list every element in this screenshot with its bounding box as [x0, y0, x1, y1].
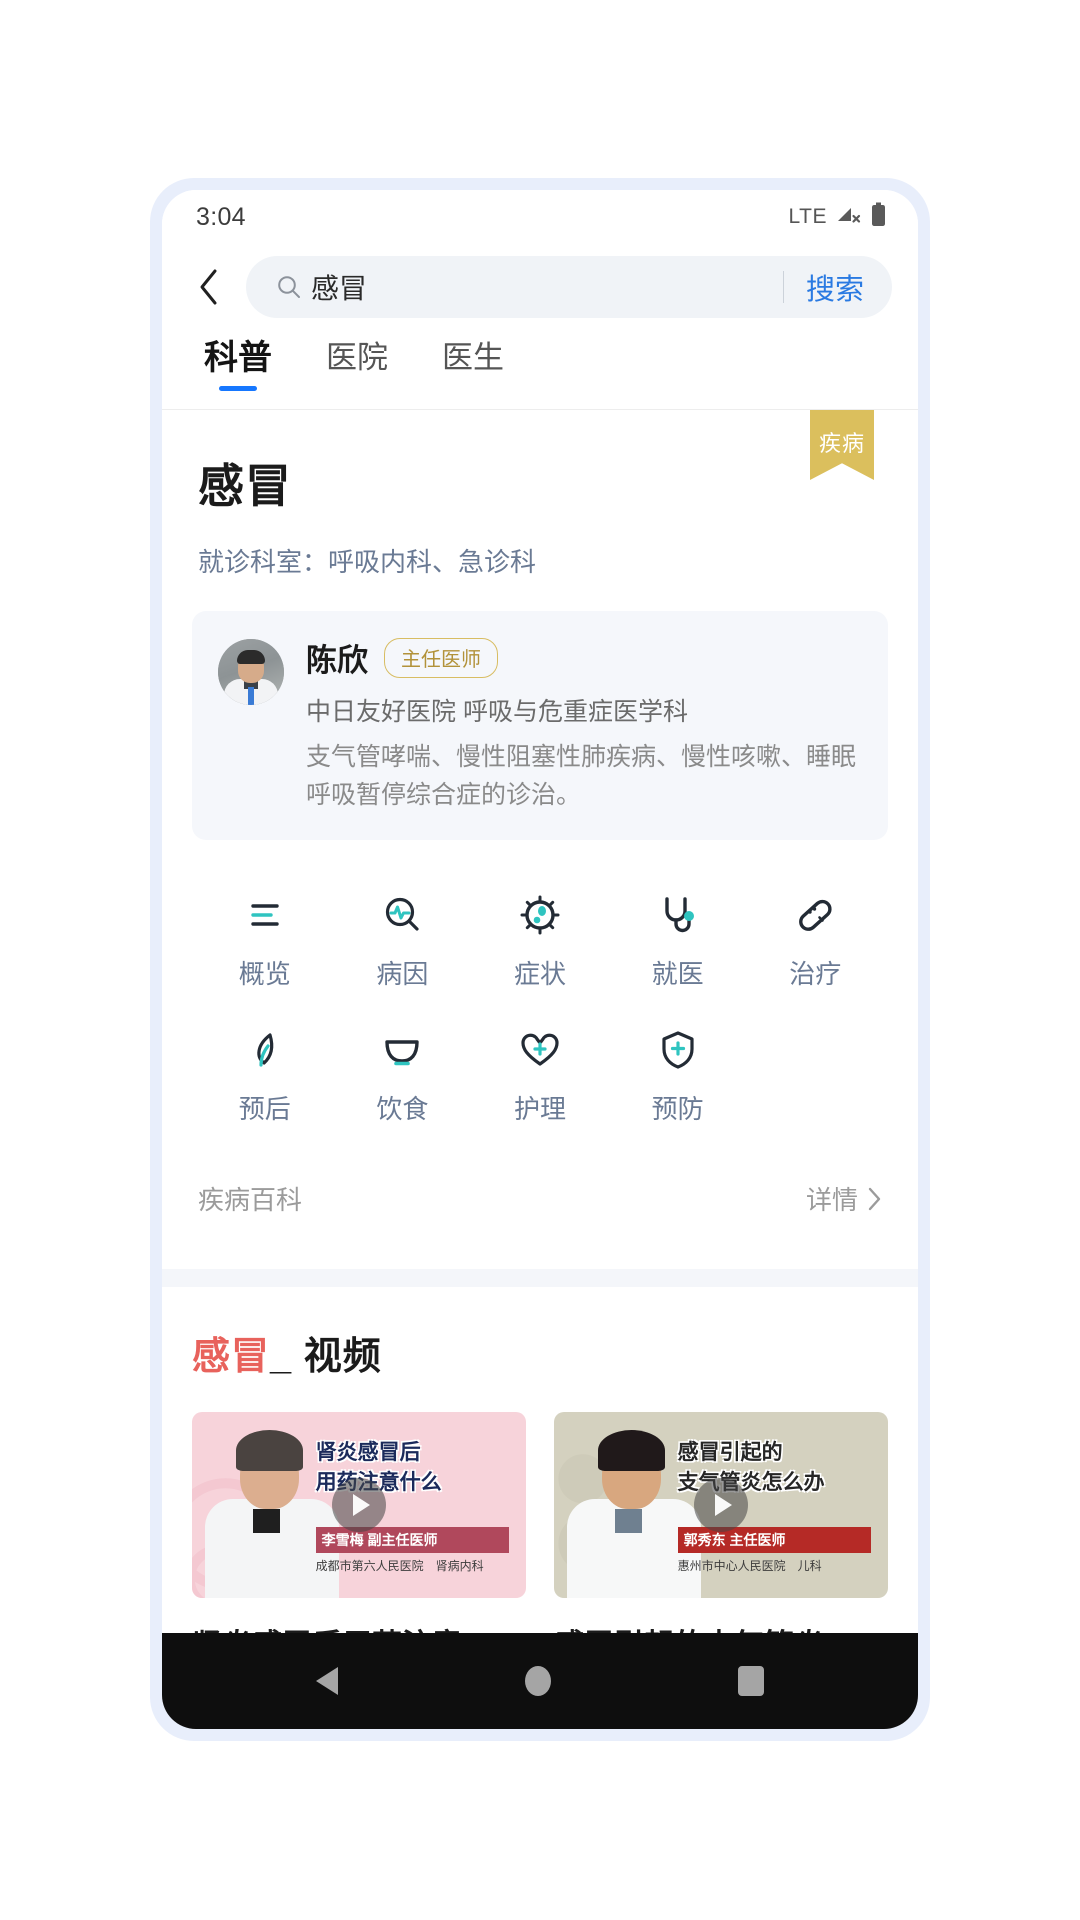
- department-line: 就诊科室：呼吸内科、急诊科: [198, 547, 537, 577]
- tab-doctor[interactable]: 医生: [436, 336, 510, 391]
- tab-bar: 科普 医院 医生: [162, 330, 918, 410]
- baike-label: 疾病百科: [198, 1185, 303, 1215]
- grid-item-prognosis[interactable]: 预后: [196, 1011, 334, 1136]
- triangle-back-icon[interactable]: [315, 1667, 338, 1695]
- video-section-heading: 感冒_ 视频: [192, 1325, 888, 1380]
- grid-item-seek-care[interactable]: 就医: [609, 876, 747, 1001]
- grid-label: 预后: [238, 1094, 291, 1124]
- heading-separator: _: [270, 1336, 293, 1378]
- grid-item-diet[interactable]: 饮食: [334, 1011, 472, 1136]
- search-bar: 感冒 搜索: [162, 244, 918, 330]
- doctor-card[interactable]: 陈欣 主任医师 中日友好医院 呼吸与危重症医学科 支气管哮喘、慢性阻塞性肺疾病、…: [192, 611, 888, 840]
- section-divider: [162, 1269, 918, 1287]
- capsule-pill-icon: [790, 890, 840, 940]
- search-input-container[interactable]: 感冒 搜索: [246, 256, 892, 318]
- status-time: 3:04: [196, 202, 246, 231]
- page-title: 感冒: [198, 460, 292, 512]
- baike-detail-link[interactable]: 详情: [806, 1180, 882, 1217]
- grid-label: 预防: [651, 1094, 704, 1124]
- doctor-title-badge: 主任医师: [384, 637, 498, 678]
- play-icon[interactable]: [332, 1478, 386, 1532]
- virus-icon: [515, 890, 565, 940]
- video-thumbnail[interactable]: 肾炎感冒后 用药注意什么 李雪梅 副主任医师 成都市第六人民医院 肾病内科: [192, 1412, 526, 1598]
- scroll-content[interactable]: 疾病 感冒 就诊科室：呼吸内科、急诊科 陈欣 主任医师 中日友好医院 呼吸与危重…: [162, 410, 918, 1633]
- tab-label: 科普: [204, 339, 272, 377]
- search-input[interactable]: 感冒: [311, 267, 783, 307]
- leaf-icon: [240, 1025, 290, 1075]
- disease-card: 疾病 感冒 就诊科室：呼吸内科、急诊科 陈欣 主任医师 中日友好医院 呼吸与危重…: [162, 410, 918, 1269]
- network-type-label: LTE: [788, 205, 827, 228]
- doctor-info: 陈欣 主任医师 中日友好医院 呼吸与危重症医学科 支气管哮喘、慢性阻塞性肺疾病、…: [306, 635, 862, 814]
- doctor-name: 陈欣: [306, 643, 368, 678]
- tab-kepu[interactable]: 科普: [198, 336, 278, 391]
- grid-item-symptom[interactable]: 症状: [471, 876, 609, 1001]
- doctor-name-row: 陈欣 主任医师: [306, 635, 862, 680]
- phone-screen: 3:04 LTE 感冒 搜索 科普 医院 医生 疾病 感冒 就诊科室：呼吸内科、…: [162, 190, 918, 1729]
- video-caption: 感冒引起的支气管炎...: [554, 1620, 888, 1633]
- battery-full-icon: [871, 202, 886, 232]
- bowl-icon: [377, 1025, 427, 1075]
- search-icon: [276, 274, 302, 300]
- video-thumbnail[interactable]: 感冒引起的 支气管炎怎么办 郭秀东 主任医师 惠州市中心人民医院 儿科: [554, 1412, 888, 1598]
- thumbnail-hospital: 成都市第六人民医院 肾病内科: [315, 1559, 484, 1574]
- status-bar: 3:04 LTE: [162, 190, 918, 244]
- doctor-specialty: 支气管哮喘、慢性阻塞性肺疾病、慢性咳嗽、睡眠呼吸暂停综合症的诊治。: [306, 743, 857, 809]
- magnifier-pulse-icon: [377, 890, 427, 940]
- grid-label: 治疗: [789, 959, 842, 989]
- grid-item-treatment[interactable]: 治疗: [746, 876, 884, 1001]
- chevron-right-icon: [868, 1187, 881, 1210]
- circle-home-icon[interactable]: [524, 1666, 551, 1696]
- shield-plus-icon: [653, 1025, 703, 1075]
- status-indicators: LTE: [789, 202, 886, 232]
- grid-label: 症状: [513, 959, 566, 989]
- tab-label: 医院: [326, 340, 388, 375]
- video-list: 肾炎感冒后 用药注意什么 李雪梅 副主任医师 成都市第六人民医院 肾病内科 肾炎…: [192, 1412, 888, 1633]
- search-submit-button[interactable]: 搜索: [806, 266, 886, 308]
- grid-label: 概览: [238, 959, 291, 989]
- thumbnail-doctor: 郭秀东 主任医师: [677, 1527, 872, 1554]
- list-item[interactable]: 肾炎感冒后 用药注意什么 李雪梅 副主任医师 成都市第六人民医院 肾病内科 肾炎…: [192, 1412, 526, 1633]
- avatar: [218, 639, 284, 705]
- grid-item-prevention[interactable]: 预防: [609, 1011, 747, 1136]
- grid-item-nursing[interactable]: 护理: [471, 1011, 609, 1136]
- grid-label: 护理: [513, 1094, 566, 1124]
- search-divider: [782, 271, 784, 303]
- grid-item-overview[interactable]: 概览: [196, 876, 334, 1001]
- thumbnail-hospital: 惠州市中心人民医院 儿科: [677, 1559, 822, 1574]
- video-caption: 肾炎感冒后用药注意...: [192, 1620, 526, 1633]
- disease-section-grid: 概览 病因 症状 就医 治疗 预后 饮食 护理 预防: [162, 840, 918, 1136]
- thumbnail-title-line1: 肾炎感冒后: [315, 1441, 421, 1465]
- play-icon[interactable]: [694, 1478, 748, 1532]
- chevron-left-icon: [200, 269, 217, 305]
- heading-keyword: 感冒: [192, 1336, 271, 1378]
- tab-hospital[interactable]: 医院: [320, 336, 394, 391]
- baike-detail-label: 详情: [805, 1185, 858, 1215]
- square-recents-icon[interactable]: [738, 1666, 765, 1696]
- thumbnail-title-line1: 感冒引起的: [677, 1441, 783, 1465]
- stethoscope-icon: [653, 890, 703, 940]
- grid-label: 饮食: [376, 1094, 429, 1124]
- heading-suffix: 视频: [303, 1336, 382, 1378]
- thumbnail-doctor: 李雪梅 副主任医师: [315, 1527, 510, 1554]
- tab-label: 医生: [442, 340, 504, 375]
- grid-label: 就医: [651, 959, 704, 989]
- video-section: 感冒_ 视频 肾炎感冒后 用药注意什么 李雪梅 副主任医师 成都市第六人民医院 …: [162, 1287, 918, 1633]
- grid-item-cause[interactable]: 病因: [334, 876, 472, 1001]
- list-lines-icon: [240, 890, 290, 940]
- back-button[interactable]: [180, 258, 238, 316]
- list-item[interactable]: 感冒引起的 支气管炎怎么办 郭秀东 主任医师 惠州市中心人民医院 儿科 感冒引起…: [554, 1412, 888, 1633]
- grid-label: 病因: [376, 959, 429, 989]
- system-navigation-bar: [162, 1633, 918, 1729]
- tab-active-indicator: [219, 386, 257, 391]
- phone-frame: 3:04 LTE 感冒 搜索 科普 医院 医生 疾病 感冒 就诊科室：呼吸内科、…: [150, 178, 930, 1741]
- baike-footer[interactable]: 疾病百科 详情: [162, 1148, 918, 1247]
- doctor-hospital: 中日友好医院 呼吸与危重症医学科: [306, 698, 688, 726]
- heart-plus-icon: [515, 1025, 565, 1075]
- signal-no-data-icon: [836, 203, 862, 232]
